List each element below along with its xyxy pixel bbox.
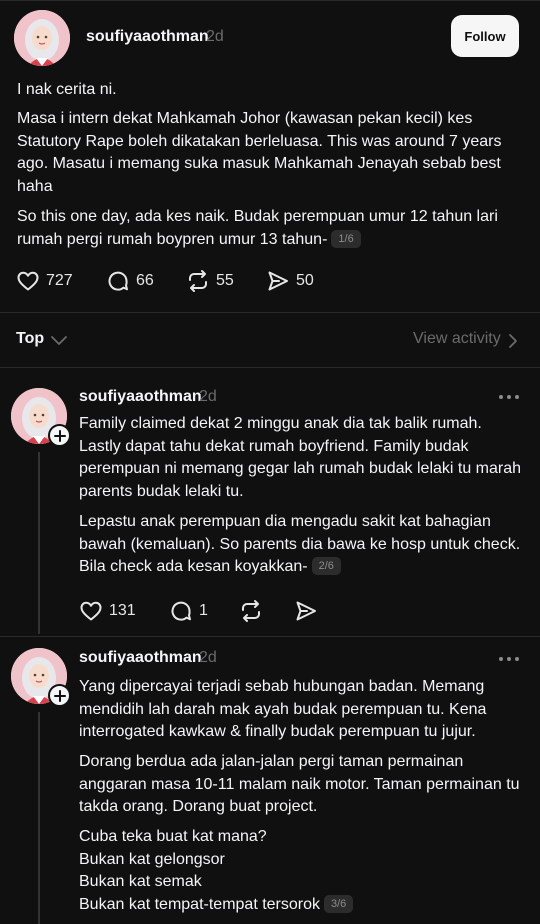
post-text: Lepastu anak perempuan dia mengadu sakit…: [79, 513, 521, 575]
action-bar: 727 66 55 50: [16, 268, 314, 294]
comment-icon: [171, 601, 191, 621]
repost-button[interactable]: 55: [186, 269, 266, 293]
sort-dropdown-label[interactable]: Top: [16, 330, 44, 348]
divider: [0, 312, 540, 313]
post-line: Cuba teka buat kat mana?: [79, 828, 267, 845]
like-count: 131: [109, 602, 136, 619]
comment-count: 66: [136, 272, 154, 289]
repost-icon: [242, 600, 260, 622]
repost-count: 55: [216, 272, 234, 289]
post-paragraph: Masa i intern dekat Mahkamah Johor (kawa…: [17, 110, 502, 195]
action-bar: 131 1: [79, 598, 318, 624]
comment-icon: [108, 271, 128, 291]
like-count: 727: [46, 272, 73, 289]
follow-plus-button[interactable]: [48, 424, 71, 447]
post-line: Bukan kat tempat-tempat tersorok 3/6: [79, 894, 525, 917]
more-icon[interactable]: [498, 656, 520, 662]
heart-icon: [80, 601, 102, 621]
follow-button[interactable]: Follow: [451, 15, 519, 57]
plus-icon: [53, 429, 66, 442]
like-button[interactable]: 727: [16, 269, 106, 293]
thread-line: [38, 452, 40, 634]
share-button[interactable]: [294, 599, 318, 623]
share-icon: [268, 271, 288, 291]
post-paragraph: Lepastu anak perempuan dia mengadu sakit…: [79, 511, 525, 579]
post-paragraph: So this one day, ada kes naik. Budak per…: [17, 206, 522, 251]
comment-button[interactable]: 1: [169, 599, 239, 623]
post-text: Bukan kat tempat-tempat tersorok: [79, 895, 320, 913]
share-count: 50: [296, 272, 314, 289]
post-paragraph: Yang dipercayai terjadi sebab hubungan b…: [79, 678, 487, 740]
plus-icon: [53, 689, 66, 702]
username[interactable]: soufiyaaothman: [86, 28, 209, 46]
share-button[interactable]: 50: [266, 269, 314, 293]
comment-button[interactable]: 66: [106, 269, 186, 293]
post-time: 2d: [199, 649, 217, 666]
post-line: Bukan kat semak: [79, 873, 202, 890]
post-paragraph: Family claimed dekat 2 minggu anak dia t…: [79, 415, 522, 500]
post-paragraph: Cuba teka buat kat mana? Bukan kat gelon…: [79, 826, 525, 916]
avatar[interactable]: [14, 10, 70, 66]
post-text: So this one day, ada kes naik. Budak per…: [17, 208, 498, 248]
thread-line: [38, 712, 40, 924]
post-line: Bukan kat gelongsor: [79, 850, 225, 868]
follow-plus-button[interactable]: [48, 684, 71, 707]
heart-icon: [17, 271, 39, 291]
divider: [0, 636, 540, 637]
like-button[interactable]: 131: [79, 599, 169, 623]
view-activity-link[interactable]: View activity: [413, 330, 501, 348]
share-icon: [296, 601, 316, 621]
divider: [0, 367, 540, 368]
repost-icon: [189, 270, 207, 292]
main-post: soufiyaaothman 2d Follow I nak cerita ni…: [0, 0, 540, 310]
page-badge: 2/6: [311, 557, 341, 575]
username[interactable]: soufiyaaothman: [79, 388, 202, 406]
repost-button[interactable]: [239, 599, 294, 623]
more-icon[interactable]: [498, 394, 520, 400]
page-badge: 1/6: [331, 229, 361, 248]
post-paragraph: Dorang berdua ada jalan-jalan pergi tama…: [79, 753, 520, 815]
post-time: 2d: [206, 28, 224, 45]
post-time: 2d: [199, 388, 217, 405]
page-badge: 3/6: [324, 894, 354, 913]
comment-count: 1: [199, 602, 208, 619]
username[interactable]: soufiyaaothman: [79, 649, 202, 667]
chevron-down-icon[interactable]: [50, 333, 68, 347]
post-paragraph: I nak cerita ni.: [17, 81, 117, 98]
chevron-right-icon[interactable]: [508, 333, 518, 349]
